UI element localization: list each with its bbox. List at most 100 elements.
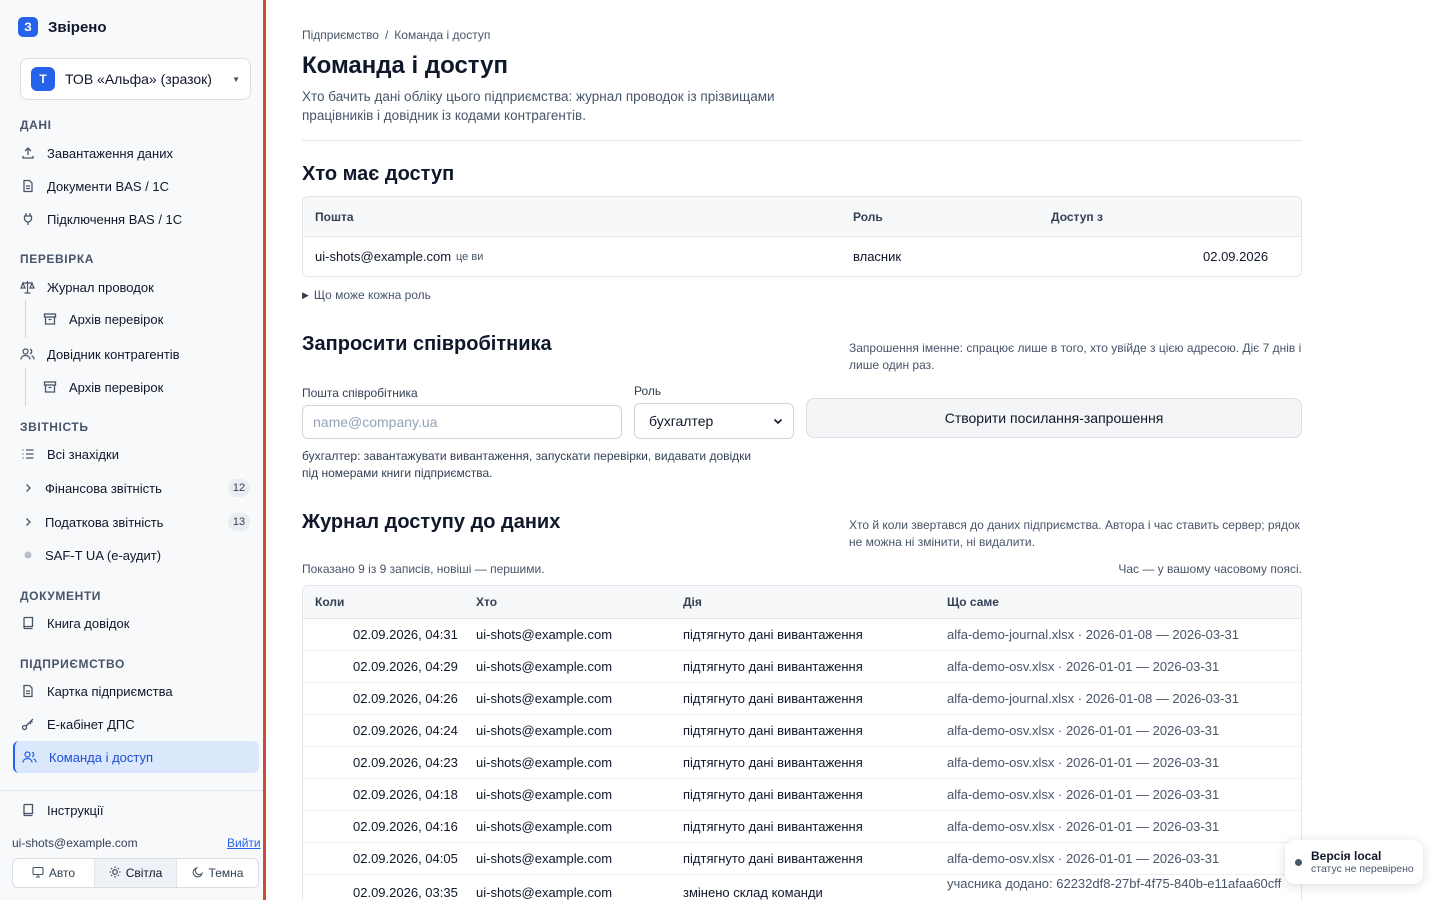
access-title: Хто має доступ [302,163,455,185]
role-select[interactable]: бухгалтер [634,403,794,439]
roles-details-toggle[interactable]: ▶ Що може кожна роль [302,288,431,302]
sidebar-item-label: SAF-T UA (е-аудит) [45,547,162,563]
column-header-since: Доступ з [1051,210,1103,224]
log-action: підтягнуто дані вивантаження [683,787,863,802]
sidebar-item-tax[interactable]: Податкова звітність 13 [20,510,250,534]
log-when: 02.09.2026, 04:29 [353,659,458,674]
log-when: 02.09.2026, 04:05 [353,851,458,866]
sidebar-item-dps-cabinet[interactable]: Е-кабінет ДПС [20,712,135,736]
sidebar-item-upload[interactable]: Завантаження даних [20,141,173,165]
book-icon [20,616,35,631]
sidebar-item-label: Картка підприємства [47,683,173,699]
table-row: 02.09.2026, 04:23 ui-shots@example.com п… [303,747,1301,779]
list-icon [20,447,35,462]
sidebar-item-bas-documents[interactable]: Документи BAS / 1С [20,174,169,198]
version-toast[interactable]: Версія local статус не перевірено [1285,840,1423,884]
role-select-value: бухгалтер [649,413,714,429]
sidebar-item-label: Книга довідок [47,615,130,631]
caret-down-icon: ▼ [232,74,240,84]
table-row: 02.09.2026, 04:24 ui-shots@example.com п… [303,715,1301,747]
log-when: 02.09.2026, 04:31 [353,627,458,642]
scales-icon [20,280,35,295]
key-icon [20,717,35,732]
archive-icon [42,380,57,395]
log-action: змінено склад команди [683,885,823,900]
users-icon [22,750,37,765]
sidebar-item-team-access[interactable]: Команда і доступ [13,741,259,773]
table-row: 02.09.2026, 04:31 ui-shots@example.com п… [303,619,1301,651]
sidebar-item-label: Архів перевірок [69,311,164,327]
table-row: 02.09.2026, 03:35 ui-shots@example.com з… [303,875,1301,900]
access-table: Пошта Роль Доступ з ui-shots@example.com… [302,196,1302,277]
sidebar-item-bas-connect[interactable]: Підключення BAS / 1С [20,207,182,231]
column-header-who: Хто [476,595,498,609]
status-dot-icon [20,548,35,563]
log-when: 02.09.2026, 03:35 [353,885,458,900]
sidebar-item-journal-archive[interactable]: Архів перевірок [42,307,163,331]
version-status: статус не перевірено [1311,863,1414,875]
sidebar-item-saft[interactable]: SAF-T UA (е-аудит) [20,543,161,567]
divider [302,140,1302,141]
column-header-action: Дія [683,595,702,609]
member-role: власник [853,249,902,264]
log-when: 02.09.2026, 04:23 [353,755,458,770]
page-title: Команда і доступ [302,52,508,79]
book-icon [20,803,35,818]
column-header-when: Коли [315,595,345,609]
you-tag: це ви [456,251,484,263]
column-header-role: Роль [853,210,883,224]
email-field-label: Пошта співробітника [302,386,418,400]
sidebar-item-label: Журнал проводок [47,279,154,295]
logout-link[interactable]: Вийти [227,836,261,850]
sidebar-item-label: Всі знахідки [47,446,119,462]
sidebar-item-all-findings[interactable]: Всі знахідки [20,442,119,466]
breadcrumb-current: Команда і доступ [394,28,491,42]
brand-name: Звірено [48,18,107,36]
sidebar-item-journal[interactable]: Журнал проводок [20,275,154,299]
log-who: ui-shots@example.com [476,691,613,706]
member-email: ui-shots@example.com [315,249,452,264]
version-toast-text: Версія local статус не перевірено [1311,849,1414,875]
log-timezone-note: Час — у вашому часовому поясі. [1118,562,1302,576]
plug-icon [20,212,35,227]
sidebar-item-financial[interactable]: Фінансова звітність 12 [20,476,250,500]
invite-note: Запрошення іменне: спрацює лише в того, … [849,341,1302,372]
log-action: підтягнуто дані вивантаження [683,659,863,674]
theme-switcher: Авто Світла Темна [12,858,259,888]
theme-option-auto[interactable]: Авто [13,859,95,887]
chevron-right-icon [20,481,35,496]
sidebar-item-label: Інструкції [47,802,104,818]
sidebar-item-company-card[interactable]: Картка підприємства [20,679,173,703]
count-badge: 13 [228,513,250,531]
invite-email-input[interactable] [302,405,622,439]
theme-option-dark[interactable]: Темна [177,859,258,887]
disclosure-triangle-icon: ▶ [302,289,309,300]
sidebar-item-label: Підключення BAS / 1С [47,211,183,227]
sidebar: З Звірено Т ТОВ «Альфа» (зразок) ▼ ДАНІ … [0,0,266,900]
sidebar-item-counterparties-archive[interactable]: Архів перевірок [42,375,163,399]
org-switcher[interactable]: Т ТОВ «Альфа» (зразок) ▼ [20,58,251,100]
theme-option-light[interactable]: Світла [95,859,177,887]
users-icon [20,347,35,362]
log-count: Показано 9 із 9 записів, новіші — першим… [302,562,545,576]
log-who: ui-shots@example.com [476,659,613,674]
breadcrumb-parent[interactable]: Підприємство [302,28,379,42]
log-title: Журнал доступу до даних [302,511,561,533]
nav-section-company: ПІДПРИЄМСТВО [20,657,125,671]
log-action: підтягнуто дані вивантаження [683,851,863,866]
org-avatar: Т [31,67,55,91]
log-when: 02.09.2026, 04:24 [353,723,458,738]
sidebar-item-counterparties[interactable]: Довідник контрагентів [20,342,180,366]
monitor-icon [32,866,44,881]
brand[interactable]: З Звірено [18,17,107,37]
create-invite-button[interactable]: Створити посилання-запрошення [806,398,1302,438]
document-icon [20,684,35,699]
log-who: ui-shots@example.com [476,627,613,642]
sidebar-item-instructions[interactable]: Інструкції [20,798,103,822]
log-what: alfa-demo-osv.xlsx · 2026-01-01 — 2026-0… [947,819,1220,834]
invite-title: Запросити співробітника [302,333,552,355]
breadcrumb: Підприємство / Команда і доступ [302,28,490,42]
sidebar-item-label: Завантаження даних [47,145,173,161]
roles-details-label: Що може кожна роль [313,288,431,302]
sidebar-item-certificates-book[interactable]: Книга довідок [20,611,129,635]
